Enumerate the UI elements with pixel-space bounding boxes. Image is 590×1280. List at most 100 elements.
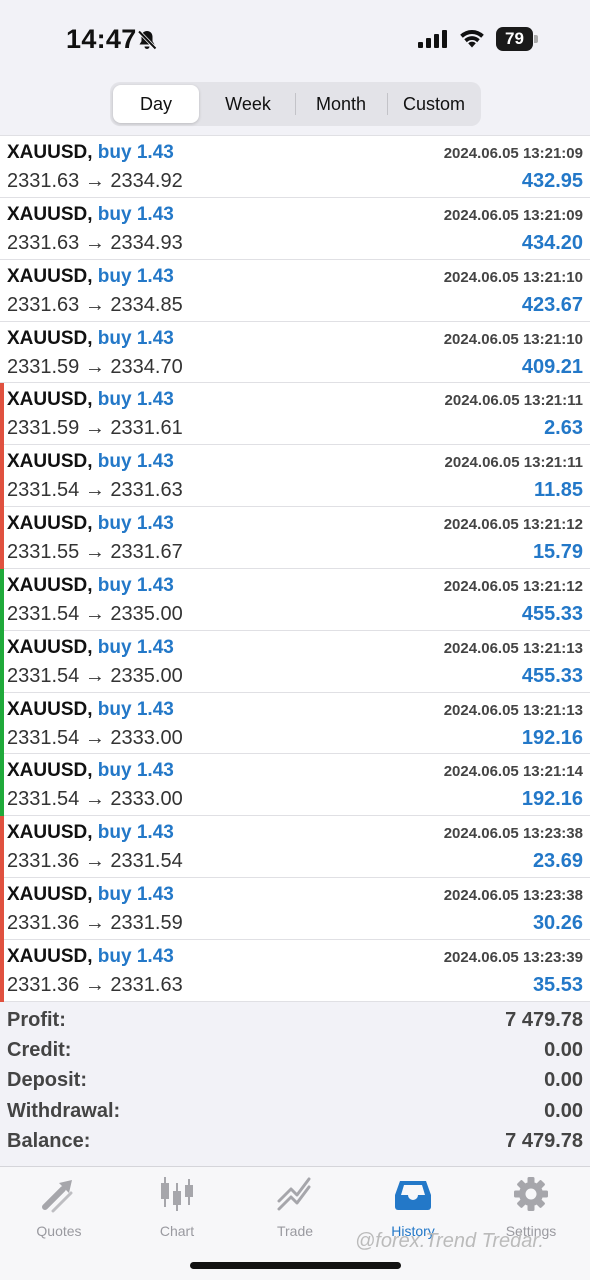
deal-symbol: XAUUSD,	[7, 760, 93, 782]
deal-time: 2024.06.05 13:21:12	[443, 577, 583, 595]
deal-profit: 11.85	[534, 479, 583, 502]
deal-row[interactable]: XAUUSD, buy 1.43 2331.36 → 2331.63 2024.…	[0, 939, 590, 1002]
deal-prices: 2331.36 → 2331.54	[7, 850, 183, 873]
battery-indicator: 79	[496, 27, 538, 51]
deal-profit: 432.95	[521, 170, 583, 192]
summary-row-balance: Balance: 7 479.78	[0, 1125, 590, 1155]
summary-value: 0.00	[544, 1039, 583, 1062]
summary-label: Deposit:	[7, 1069, 87, 1092]
tab-trade[interactable]: Trade	[236, 1175, 354, 1239]
deal-profit: 455.33	[521, 602, 583, 625]
period-tab-week[interactable]: Week	[203, 85, 293, 123]
tab-label: Chart	[159, 1223, 195, 1239]
deal-profit: 192.16	[521, 788, 583, 811]
deal-row[interactable]: XAUUSD, buy 1.43 2331.36 → 2331.59 2024.…	[0, 878, 590, 940]
deal-side: buy 1.43	[97, 389, 174, 411]
deal-symbol: XAUUSD,	[7, 945, 93, 967]
deal-profit: 409.21	[521, 355, 583, 378]
deal-row[interactable]: XAUUSD, buy 1.43 2331.54 → 2333.00 2024.…	[0, 692, 590, 755]
deal-row[interactable]: XAUUSD, buy 1.43 2331.54 → 2331.63 2024.…	[0, 445, 590, 508]
deal-profit: 192.16	[521, 726, 583, 749]
tab-quotes[interactable]: Quotes	[0, 1175, 118, 1239]
deal-profit: 23.69	[532, 850, 583, 873]
deal-prices: 2331.36 → 2331.63	[7, 973, 183, 996]
deal-symbol: XAUUSD,	[7, 203, 93, 225]
summary-value: 7 479.78	[505, 1009, 583, 1031]
deal-time: 2024.06.05 13:21:09	[443, 206, 583, 224]
chart-icon	[161, 1177, 193, 1211]
summary-label: Profit:	[7, 1009, 66, 1031]
deal-prices: 2331.55 → 2331.67	[7, 541, 183, 564]
deal-profit: 30.26	[532, 912, 583, 935]
deal-row[interactable]: XAUUSD, buy 1.43 2331.63 → 2334.85 2024.…	[0, 260, 590, 322]
deal-row[interactable]: XAUUSD, buy 1.43 2331.63 → 2334.92 2024.…	[0, 136, 590, 198]
deal-side: buy 1.43	[97, 327, 174, 349]
summary-label: Withdrawal:	[7, 1099, 121, 1122]
deal-symbol: XAUUSD,	[7, 884, 93, 906]
period-tab-month[interactable]: Month	[297, 85, 385, 123]
tab-label: Trade	[276, 1223, 314, 1239]
summary-label: Credit:	[7, 1039, 72, 1062]
deal-symbol: XAUUSD,	[7, 574, 93, 596]
summary-row-profit: Profit: 7 479.78	[0, 1004, 590, 1034]
deal-prices: 2331.59 → 2331.61	[7, 417, 183, 440]
status-bar: 14:47 79	[0, 0, 590, 80]
deal-profit: 434.20	[521, 231, 583, 254]
battery-level: 79	[496, 27, 533, 51]
deal-prices: 2331.54 → 2335.00	[7, 664, 183, 687]
summary-row-credit: Credit: 0.00	[0, 1034, 590, 1064]
period-segmented-control: Day Week Month Custom	[110, 82, 481, 126]
deal-row[interactable]: XAUUSD, buy 1.43 2331.55 → 2331.67 2024.…	[0, 507, 590, 569]
deal-symbol: XAUUSD,	[7, 451, 93, 473]
deal-prices: 2331.59 → 2334.70	[7, 355, 183, 378]
deal-prices: 2331.54 → 2333.00	[7, 788, 183, 811]
deal-time: 2024.06.05 13:23:38	[443, 825, 583, 843]
battery-cap	[534, 35, 538, 43]
deal-row[interactable]: XAUUSD, buy 1.43 2331.63 → 2334.93 2024.…	[0, 198, 590, 260]
deal-time: 2024.06.05 13:21:14	[443, 763, 583, 781]
period-tab-day[interactable]: Day	[113, 85, 199, 123]
summary-label: Balance:	[7, 1129, 91, 1152]
deal-time: 2024.06.05 13:21:09	[443, 145, 583, 162]
deal-profit: 455.33	[521, 664, 583, 687]
deal-time: 2024.06.05 13:21:11	[444, 392, 583, 410]
deal-time: 2024.06.05 13:21:12	[443, 516, 583, 534]
deal-prices: 2331.36 → 2331.59	[7, 912, 183, 935]
deal-side: buy 1.43	[97, 142, 174, 163]
summary-value: 0.00	[544, 1069, 583, 1092]
cellular-signal-icon	[418, 30, 447, 48]
deal-prices: 2331.54 → 2331.63	[7, 479, 183, 502]
deal-prices: 2331.54 → 2335.00	[7, 602, 183, 625]
history-icon	[395, 1181, 431, 1210]
deal-symbol: XAUUSD,	[7, 513, 93, 535]
deal-side: buy 1.43	[97, 203, 174, 225]
deal-row[interactable]: XAUUSD, buy 1.43 2331.54 → 2335.00 2024.…	[0, 568, 590, 631]
deal-side: buy 1.43	[97, 574, 174, 596]
deal-time: 2024.06.05 13:21:11	[444, 454, 583, 472]
summary-value: 7 479.78	[505, 1129, 583, 1152]
deal-symbol: XAUUSD,	[7, 636, 93, 658]
deal-row[interactable]: XAUUSD, buy 1.43 2331.54 → 2335.00 2024.…	[0, 630, 590, 693]
deal-profit: 15.79	[532, 541, 583, 564]
deal-time: 2024.06.05 13:21:13	[443, 701, 583, 719]
deal-symbol: XAUUSD,	[7, 327, 93, 349]
deal-row[interactable]: XAUUSD, buy 1.43 2331.54 → 2333.00 2024.…	[0, 754, 590, 817]
deal-time: 2024.06.05 13:21:13	[443, 639, 583, 657]
deal-row[interactable]: XAUUSD, buy 1.43 2331.59 → 2331.61 2024.…	[0, 383, 590, 446]
watermark-text: @forex.Trend Tredar.	[355, 1230, 544, 1252]
deal-side: buy 1.43	[97, 884, 174, 906]
home-indicator	[190, 1262, 401, 1269]
tab-chart[interactable]: Chart	[118, 1175, 236, 1239]
period-tab-custom[interactable]: Custom	[389, 85, 479, 123]
deal-row[interactable]: XAUUSD, buy 1.43 2331.36 → 2331.54 2024.…	[0, 816, 590, 879]
deal-side: buy 1.43	[97, 451, 174, 473]
deal-profit: 423.67	[521, 293, 583, 316]
deal-time: 2024.06.05 13:23:38	[443, 887, 583, 905]
segment-divider	[295, 93, 296, 115]
deal-profit: 2.63	[544, 417, 583, 440]
summary-row-withdrawal: Withdrawal: 0.00	[0, 1095, 590, 1125]
deal-symbol: XAUUSD,	[7, 265, 93, 287]
deal-side: buy 1.43	[97, 698, 174, 720]
deal-symbol: XAUUSD,	[7, 822, 93, 844]
deal-row[interactable]: XAUUSD, buy 1.43 2331.59 → 2334.70 2024.…	[0, 322, 590, 384]
